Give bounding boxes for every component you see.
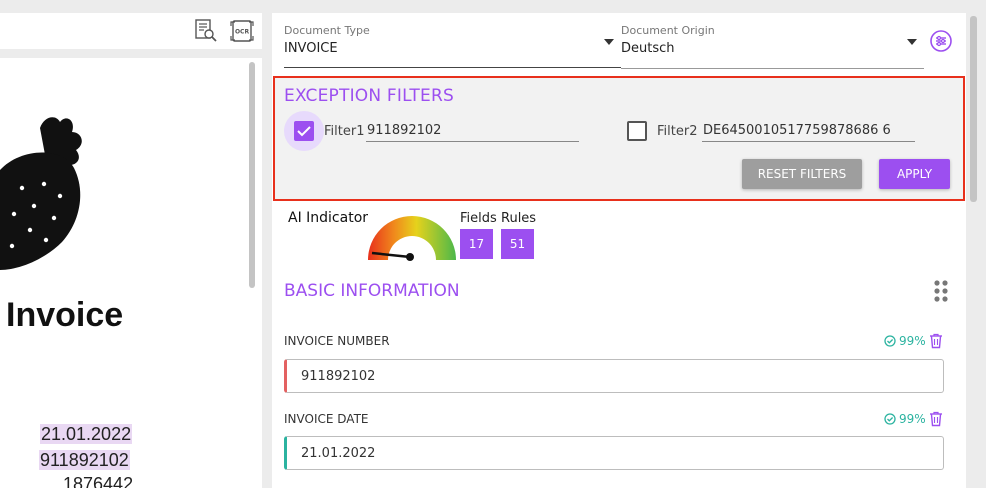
chevron-down-icon[interactable]: [907, 39, 917, 45]
viewer-scrollbar[interactable]: [249, 62, 255, 288]
confidence-badge: 99%: [884, 412, 926, 426]
trash-icon[interactable]: [929, 411, 943, 427]
invoice-heading: Invoice: [6, 296, 124, 334]
panel-scrollbar[interactable]: [970, 16, 977, 202]
filter1-label: Filter1: [324, 124, 365, 139]
confidence-value: 99%: [899, 412, 926, 426]
doc-type-select[interactable]: INVOICE: [284, 41, 338, 56]
check-circle-icon: [884, 413, 896, 425]
doc-type-label: Document Type: [284, 24, 370, 37]
strawberry-logo: [0, 117, 82, 270]
basic-information-title: BASIC INFORMATION: [284, 281, 460, 301]
chevron-down-icon[interactable]: [604, 39, 614, 45]
reset-filters-button[interactable]: RESET FILTERS: [742, 159, 862, 189]
confidence-badge: 99%: [884, 334, 926, 348]
drag-handle-icon[interactable]: [933, 279, 949, 303]
filter1-underline: [366, 141, 579, 142]
document-search-icon[interactable]: [194, 19, 218, 43]
invoice-date-label: INVOICE DATE: [284, 412, 369, 426]
ocr-icon-label: OCR: [235, 29, 250, 36]
filter1-checkbox[interactable]: [294, 121, 314, 141]
fields-label: Fields: [460, 211, 497, 226]
fields-count-badge[interactable]: 17: [460, 229, 493, 259]
rules-count-badge[interactable]: 51: [501, 229, 534, 259]
filter2-checkbox[interactable]: [627, 121, 647, 141]
viewer-toolbar: OCR: [0, 13, 262, 49]
filter1-input[interactable]: 911892102: [367, 123, 441, 138]
doc-origin-select[interactable]: Deutsch: [621, 41, 675, 56]
ai-gauge: [368, 216, 456, 261]
filter2-label: Filter2: [657, 124, 698, 139]
doc-origin-underline: [621, 68, 924, 69]
invoice-ref-text: 1876442: [63, 474, 134, 488]
filter-settings-icon[interactable]: [930, 30, 952, 52]
invoice-number-input[interactable]: 911892102: [284, 359, 944, 393]
invoice-date-text: 21.01.2022: [40, 424, 133, 444]
invoice-number-label: INVOICE NUMBER: [284, 334, 390, 348]
exception-filters-title: EXCEPTION FILTERS: [284, 86, 454, 106]
check-icon: [297, 126, 311, 137]
invoice-number-text: 911892102: [39, 450, 130, 470]
filter2-underline: [702, 141, 915, 142]
apply-button[interactable]: APPLY: [879, 159, 950, 189]
app-root: OCR Invoice 21.01.2022 911892102 1876442…: [0, 0, 986, 488]
doc-type-underline: [284, 67, 621, 68]
trash-icon[interactable]: [929, 333, 943, 349]
invoice-date-input[interactable]: 21.01.2022: [284, 436, 944, 470]
ai-indicator-label: AI Indicator: [288, 210, 369, 226]
doc-origin-label: Document Origin: [621, 24, 715, 37]
check-circle-icon: [884, 335, 896, 347]
filter2-input[interactable]: DE6450010517759878686 6: [703, 123, 891, 138]
confidence-value: 99%: [899, 334, 926, 348]
rules-label: Rules: [501, 211, 537, 226]
ocr-icon[interactable]: OCR: [230, 19, 254, 43]
